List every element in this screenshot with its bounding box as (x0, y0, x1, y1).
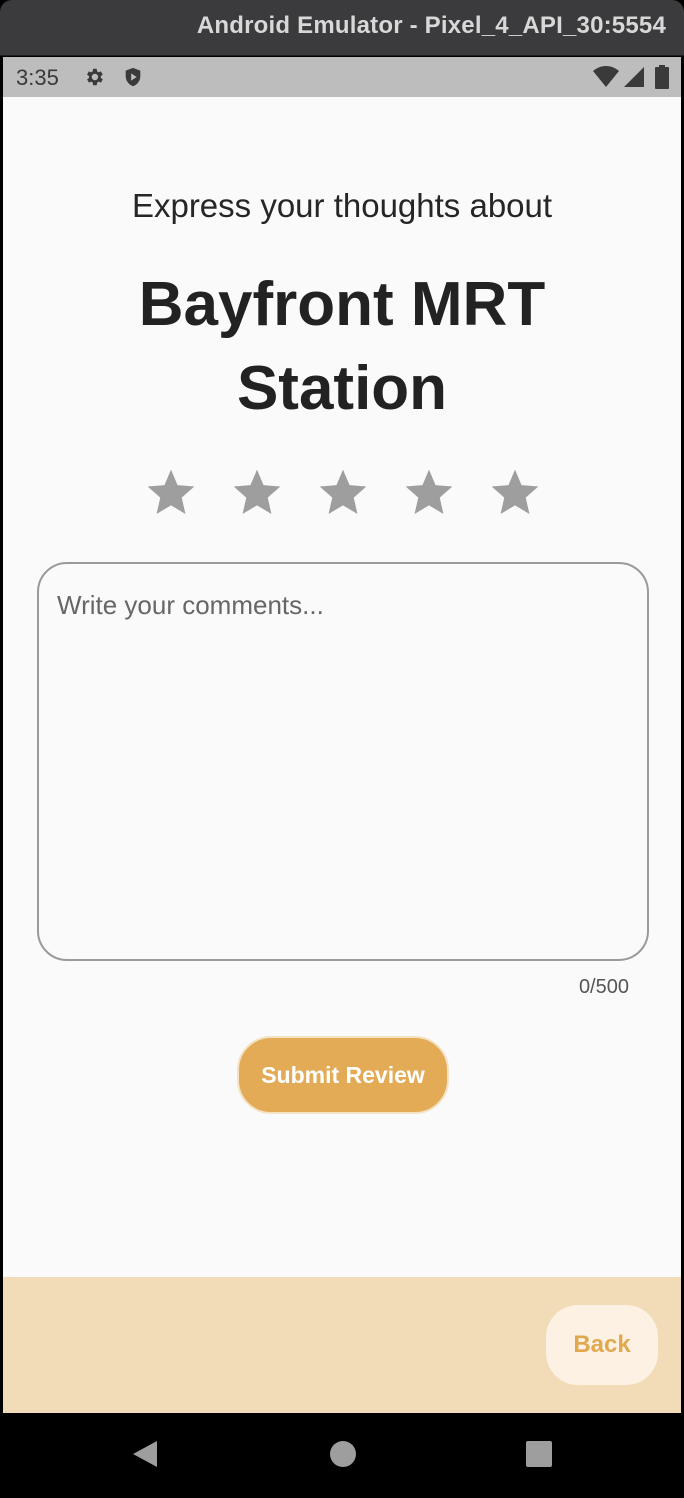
wifi-icon (593, 66, 619, 87)
emulator-window: Android Emulator - Pixel_4_API_30:5554 3… (0, 0, 684, 1498)
star-2-icon[interactable] (229, 465, 285, 521)
device-screen: 3:35 Express your thoughts about Bayfron… (3, 57, 681, 1494)
submit-review-button[interactable]: Submit Review (237, 1036, 449, 1114)
star-3-icon[interactable] (315, 465, 371, 521)
comment-input[interactable] (57, 590, 627, 940)
status-time: 3:35 (16, 65, 59, 90)
bottom-bar: Back (3, 1277, 681, 1413)
back-button[interactable]: Back (546, 1305, 658, 1385)
star-4-icon[interactable] (401, 465, 457, 521)
comment-box[interactable] (37, 562, 649, 961)
star-5-icon[interactable] (487, 465, 543, 521)
star-rating[interactable] (143, 465, 543, 525)
recents-icon[interactable] (525, 1440, 553, 1468)
cellular-signal-icon (624, 67, 644, 87)
back-icon[interactable] (131, 1439, 159, 1469)
shield-icon (125, 67, 141, 87)
status-bar: 3:35 (3, 57, 681, 97)
char-counter: 0/500 (578, 976, 629, 998)
window-titlebar[interactable]: Android Emulator - Pixel_4_API_30:5554 (0, 0, 684, 56)
battery-icon (655, 65, 669, 89)
system-nav-bar (3, 1413, 681, 1494)
review-screen: Express your thoughts about Bayfront MRT… (3, 97, 681, 1277)
star-1-icon[interactable] (143, 465, 199, 521)
place-title: Bayfront MRT Station (138, 270, 546, 423)
window-title: Android Emulator - Pixel_4_API_30:5554 (196, 12, 666, 39)
home-icon[interactable] (329, 1440, 357, 1468)
gear-icon (87, 68, 103, 86)
review-prompt: Express your thoughts about (131, 187, 553, 224)
